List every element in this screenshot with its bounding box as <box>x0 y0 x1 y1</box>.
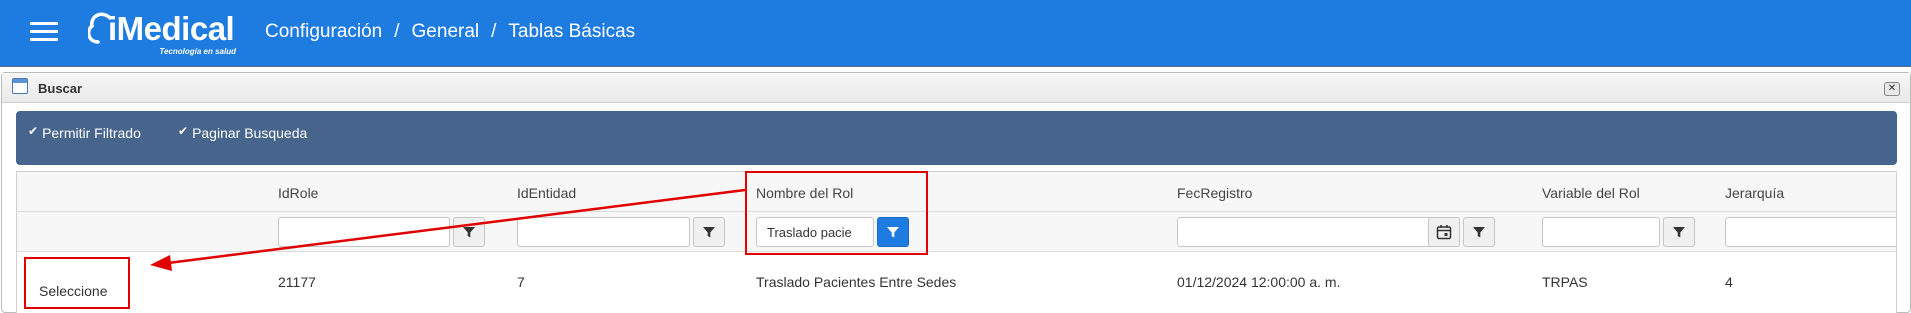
paginar-busqueda-label: Paginar Busqueda <box>192 125 308 141</box>
cell-nombre-del-rol: Traslado Pacientes Entre Sedes <box>756 274 957 290</box>
column-header-identidad[interactable]: IdEntidad <box>517 185 576 201</box>
cell-variable-del-rol: TRPAS <box>1542 274 1588 290</box>
funnel-icon <box>887 227 899 238</box>
panel-title-bar: Buscar ✕ <box>2 73 1910 103</box>
filter-row <box>17 212 1896 252</box>
funnel-icon <box>1673 227 1685 238</box>
logo-text: iMedical <box>108 10 235 47</box>
seleccione-link[interactable]: Seleccione <box>39 283 108 299</box>
column-header-nombre-del-rol[interactable]: Nombre del Rol <box>756 185 853 201</box>
variable-del-rol-filter-button[interactable] <box>1663 217 1695 247</box>
fecregistro-filter-button[interactable] <box>1463 217 1495 247</box>
permitir-filtrado-checkbox[interactable]: ✔ Permitir Filtrado <box>28 125 141 141</box>
checkmark-icon: ✔ <box>28 124 39 138</box>
permitir-filtrado-label: Permitir Filtrado <box>42 125 141 141</box>
calendar-icon <box>1436 225 1452 240</box>
breadcrumb-item-configuracion[interactable]: Configuración <box>265 21 382 42</box>
close-icon[interactable]: ✕ <box>1884 82 1900 96</box>
column-header-fecregistro[interactable]: FecRegistro <box>1177 185 1252 201</box>
top-header: iMedical Tecnología en salud Configuraci… <box>0 0 1911 67</box>
cell-identidad: 7 <box>517 274 525 290</box>
funnel-icon <box>703 227 715 238</box>
variable-del-rol-filter-input[interactable] <box>1542 217 1660 247</box>
table-row[interactable]: Seleccione 21177 7 Traslado Pacientes En… <box>17 252 1896 313</box>
nombre-del-rol-filter-input[interactable] <box>756 217 874 247</box>
nombre-del-rol-filter-button[interactable] <box>877 217 909 247</box>
breadcrumb-separator: / <box>394 21 400 42</box>
breadcrumb: Configuración / General / Tablas Básicas <box>265 21 635 43</box>
cell-fecregistro: 01/12/2024 12:00:00 a. m. <box>1177 274 1341 290</box>
breadcrumb-separator: / <box>491 21 497 42</box>
window-icon <box>12 78 28 94</box>
column-header-jerarquia[interactable]: Jerarquía <box>1725 185 1784 201</box>
identidad-filter-input[interactable] <box>517 217 690 247</box>
cell-idrole: 21177 <box>278 274 316 290</box>
identidad-filter-button[interactable] <box>693 217 725 247</box>
funnel-icon <box>1473 227 1485 238</box>
fecregistro-calendar-button[interactable] <box>1428 217 1460 247</box>
cell-jerarquia: 4 <box>1725 274 1733 290</box>
imedical-logo: iMedical Tecnología en salud <box>88 8 240 58</box>
hamburger-menu-icon[interactable] <box>30 22 58 44</box>
breadcrumb-item-general[interactable]: General <box>412 21 480 42</box>
fecregistro-filter-input[interactable] <box>1177 217 1445 247</box>
idrole-filter-input[interactable] <box>278 217 450 247</box>
logo-tagline: Tecnología en salud <box>159 47 236 56</box>
results-grid: IdRole IdEntidad Nombre del Rol FecRegis… <box>16 171 1897 313</box>
checkmark-icon: ✔ <box>178 124 189 138</box>
panel-title: Buscar <box>38 81 83 96</box>
idrole-filter-button[interactable] <box>453 217 485 247</box>
column-header-variable-del-rol[interactable]: Variable del Rol <box>1542 185 1640 201</box>
breadcrumb-item-tablas-basicas: Tablas Básicas <box>508 21 636 42</box>
paginar-busqueda-checkbox[interactable]: ✔ Paginar Busqueda <box>178 125 307 141</box>
jerarquia-filter-input[interactable] <box>1725 217 1896 247</box>
grid-header: IdRole IdEntidad Nombre del Rol FecRegis… <box>17 172 1896 212</box>
options-bar: ✔ Permitir Filtrado ✔ Paginar Busqueda <box>16 111 1897 165</box>
column-header-idrole[interactable]: IdRole <box>278 185 318 201</box>
funnel-icon <box>463 227 475 238</box>
